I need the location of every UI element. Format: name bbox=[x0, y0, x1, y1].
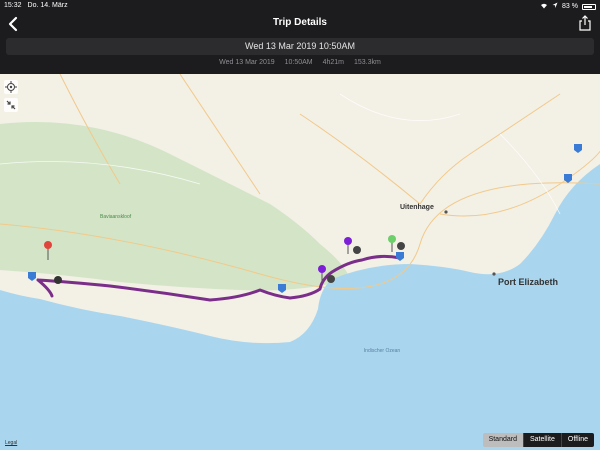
park-area bbox=[0, 122, 350, 291]
pin-dark-icon bbox=[353, 246, 361, 254]
crosshair-icon bbox=[5, 81, 17, 93]
navigation-bar: Trip Details bbox=[0, 12, 600, 36]
map-mode-standard[interactable]: Standard bbox=[482, 433, 523, 447]
ocean-label: Indischer Ozean bbox=[363, 348, 401, 354]
city-dot bbox=[444, 210, 448, 214]
map-mode-offline[interactable]: Offline bbox=[560, 433, 594, 447]
battery-percent: 83 % bbox=[562, 3, 578, 10]
trip-map[interactable]: Baviaanskloof Uitenhage Port Elizabeth I… bbox=[0, 74, 600, 450]
city-label-port-elizabeth: Port Elizabeth bbox=[498, 277, 559, 287]
collapse-arrows-icon bbox=[6, 100, 16, 110]
trip-date: Wed 13 Mar 2019 bbox=[219, 59, 275, 66]
city-dot bbox=[492, 272, 496, 276]
pin-green-icon bbox=[388, 235, 396, 252]
trip-datetime: Wed 13 Mar 2019 10:50AM bbox=[6, 38, 594, 55]
page-title: Trip Details bbox=[273, 17, 327, 28]
city-label-uitenhage: Uitenhage bbox=[400, 204, 434, 211]
wifi-icon bbox=[540, 2, 548, 11]
trip-distance: 153.3km bbox=[353, 59, 381, 66]
collapse-map-button[interactable] bbox=[4, 98, 18, 112]
share-icon[interactable] bbox=[578, 14, 592, 32]
map-mode-satellite[interactable]: Satellite bbox=[522, 433, 561, 447]
trip-duration: 4h21m bbox=[322, 59, 345, 66]
status-time: 15:32 bbox=[4, 2, 22, 9]
trip-info: Wed 13 Mar 2019 10:50AM Wed 13 Mar 2019 … bbox=[0, 36, 600, 74]
park-label: Baviaanskloof bbox=[100, 214, 132, 220]
map-mode-selector: Standard Satellite Offline bbox=[482, 433, 594, 447]
pin-black-icon bbox=[54, 276, 62, 284]
battery-icon bbox=[582, 3, 596, 10]
status-bar: 15:32 Do. 14. März 83 % bbox=[0, 0, 600, 12]
locate-me-button[interactable] bbox=[4, 80, 18, 94]
location-arrow-icon bbox=[552, 2, 558, 11]
pin-purple-icon bbox=[344, 237, 352, 254]
legal-link[interactable]: Legal bbox=[5, 440, 17, 446]
status-date: Do. 14. März bbox=[27, 2, 68, 9]
trip-stats: Wed 13 Mar 2019 10:50AM 4h21m 153.3km bbox=[0, 59, 600, 66]
pin-dark-icon bbox=[397, 242, 405, 250]
trip-start-time: 10:50AM bbox=[284, 59, 313, 66]
map-canvas bbox=[0, 74, 600, 450]
pin-dark-icon bbox=[327, 275, 335, 283]
